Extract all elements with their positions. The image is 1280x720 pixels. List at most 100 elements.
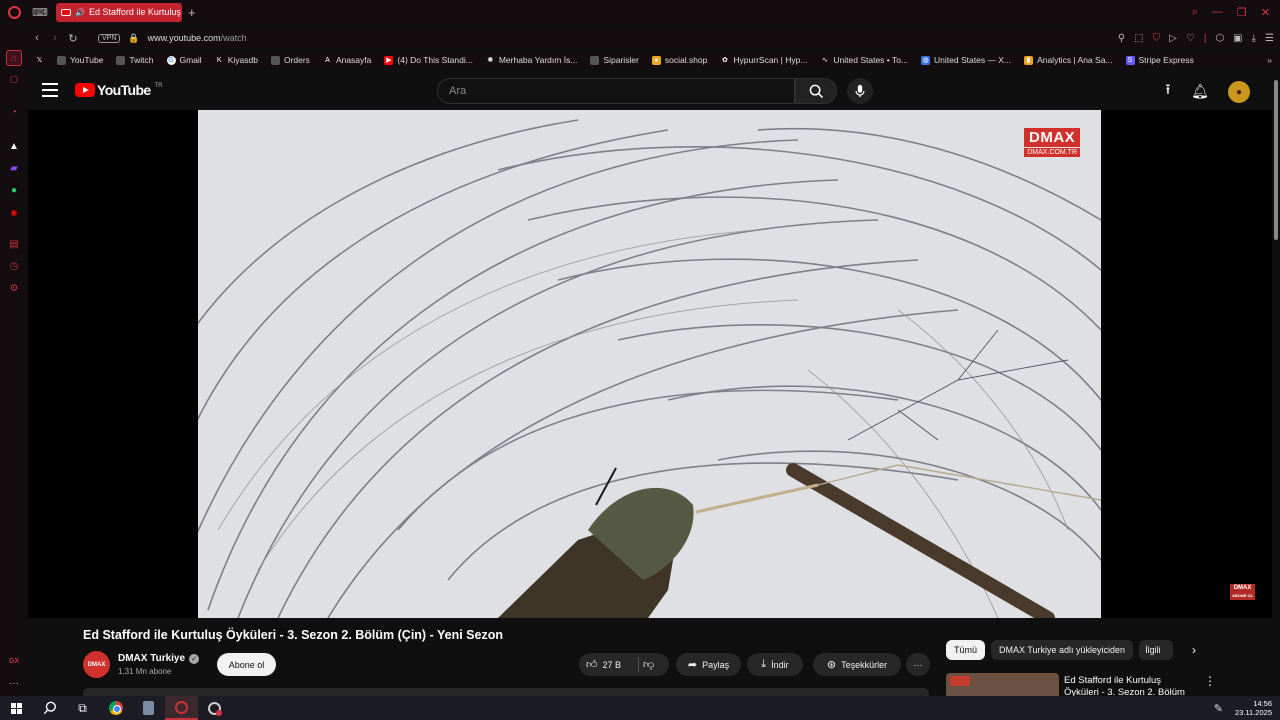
settings-icon[interactable]: ⚙ bbox=[6, 280, 22, 296]
video-player-area[interactable]: DMAX DMAX.COM.TR DMAX ABONE OL bbox=[28, 110, 1272, 618]
reload-button[interactable]: ↻ bbox=[64, 32, 82, 45]
taskbar-search-icon[interactable] bbox=[33, 696, 66, 720]
gamepad-icon[interactable]: ⌨ bbox=[28, 0, 52, 24]
wallet-sidebar-icon[interactable]: ▤ bbox=[6, 236, 22, 252]
bookmark-13[interactable]: ◍ United States — X... bbox=[914, 55, 1017, 65]
share-button[interactable]: ➦ Paylaş bbox=[676, 653, 741, 676]
voice-search-button[interactable] bbox=[847, 78, 873, 104]
chip-uploader[interactable]: DMAX Turkiye adlı yükleyiciden bbox=[991, 640, 1134, 660]
shield-icon[interactable]: ⛉ bbox=[1153, 33, 1161, 44]
back-button[interactable]: ‹ bbox=[28, 32, 46, 44]
aria-icon[interactable]: ▲ bbox=[6, 138, 22, 154]
search-button[interactable] bbox=[795, 78, 837, 104]
search-tabs-icon[interactable]: ⌕ bbox=[1192, 6, 1198, 19]
youtube-icon: ▶ bbox=[384, 55, 394, 65]
bookmark-9[interactable]: Siparisler bbox=[583, 55, 644, 65]
subscribe-button[interactable]: Abone ol bbox=[217, 653, 276, 676]
like-button[interactable]: 👍︎ bbox=[586, 658, 598, 671]
recommendation-thumbnail[interactable] bbox=[946, 673, 1059, 696]
bookmark-4[interactable]: K Kiyasdb bbox=[208, 55, 264, 65]
task-view-icon[interactable]: ⧉ bbox=[66, 696, 99, 720]
channel-name[interactable]: DMAX Turkiye ✓ bbox=[118, 653, 200, 664]
snapshot-icon[interactable]: ⬚ bbox=[1134, 33, 1143, 44]
bookmark-11[interactable]: ✿ HypurrScan | Hyp... bbox=[713, 55, 813, 65]
upload-icon[interactable]: ⭱ bbox=[1158, 81, 1178, 101]
url-field[interactable]: www.youtube.com/watch bbox=[148, 33, 247, 43]
stripe-icon: S bbox=[1125, 55, 1135, 65]
restore-button[interactable]: ❐ bbox=[1237, 6, 1247, 19]
bookmark-10[interactable]: ● social.shop bbox=[645, 55, 714, 65]
bookmarks-overflow-icon[interactable]: » bbox=[1267, 55, 1280, 65]
download-arrow-icon: ⤓ bbox=[761, 658, 767, 670]
bookmark-14[interactable]: ▮ Analytics | Ana Sa... bbox=[1017, 55, 1118, 65]
speed-dial-icon[interactable]: ◔ bbox=[6, 104, 22, 120]
bookmark-2[interactable]: Twitch bbox=[109, 55, 159, 65]
search-input[interactable]: Ara bbox=[437, 78, 795, 104]
forward-button[interactable]: › bbox=[46, 32, 64, 44]
bookmark-8[interactable]: ✺ Merhaba Yardım İs... bbox=[479, 55, 584, 65]
history-icon[interactable]: ◷ bbox=[6, 258, 22, 274]
easy-setup-icon[interactable]: ☰ bbox=[1265, 33, 1274, 44]
openai-icon: ✺ bbox=[487, 57, 494, 64]
youtube-logo[interactable]: YouTube TR bbox=[75, 82, 163, 98]
bookmark-15[interactable]: S Stripe Express bbox=[1119, 55, 1200, 65]
pen-icon[interactable]: ✎ bbox=[1214, 702, 1223, 715]
thanks-button[interactable]: ⊛ Teşekkürler bbox=[813, 653, 901, 676]
recommendation-menu-icon[interactable]: ⋮ bbox=[1204, 674, 1216, 688]
chevron-right-icon[interactable]: › bbox=[1192, 643, 1196, 657]
whatsapp-icon[interactable]: ● bbox=[6, 182, 22, 198]
gx-app-icon[interactable] bbox=[198, 696, 231, 720]
bookmark-7[interactable]: ▶ (4) Do This Standi... bbox=[377, 55, 478, 65]
twitch-icon[interactable]: ▰ bbox=[6, 160, 22, 176]
notifications-bell-icon[interactable]: 🔔︎ bbox=[1190, 81, 1210, 101]
dmax-subscribe-badge[interactable]: DMAX ABONE OL bbox=[1230, 584, 1256, 600]
download-button[interactable]: ⤓ İndir bbox=[747, 653, 803, 676]
close-window-button[interactable]: ✕ bbox=[1261, 6, 1270, 19]
gx-control-icon[interactable]: GX bbox=[6, 653, 22, 669]
dislike-button[interactable]: 👎︎ bbox=[643, 658, 654, 671]
player-icon[interactable]: ▷ bbox=[1169, 33, 1177, 44]
calculator-icon[interactable] bbox=[132, 696, 165, 720]
divider-icon: | bbox=[1203, 32, 1207, 44]
opera-gx-taskbar-icon[interactable] bbox=[165, 696, 198, 720]
chrome-icon[interactable] bbox=[99, 696, 132, 720]
heart-icon[interactable]: ♡ bbox=[1186, 33, 1195, 44]
opera-menu-icon[interactable] bbox=[0, 0, 28, 24]
more-actions-button[interactable]: ··· bbox=[906, 653, 930, 676]
youtube-music-icon[interactable]: ◉ bbox=[6, 204, 22, 220]
lock-icon[interactable]: 🔒 bbox=[128, 33, 139, 44]
bookmark-5[interactable]: Orders bbox=[264, 55, 316, 65]
description-box[interactable] bbox=[83, 688, 929, 696]
start-button[interactable] bbox=[0, 696, 33, 720]
active-tab[interactable]: 🔊 Ed Stafford ile Kurtuluş bbox=[56, 2, 182, 22]
hypurr-icon: ✿ bbox=[721, 57, 728, 64]
bookmark-6[interactable]: A Anasayfa bbox=[316, 55, 377, 65]
minimize-button[interactable]: — bbox=[1212, 6, 1223, 19]
page-scrollbar[interactable] bbox=[1272, 72, 1280, 696]
download-icon[interactable]: ⤓ bbox=[1252, 33, 1256, 44]
vpn-badge[interactable]: VPN bbox=[98, 33, 121, 43]
share-icon: ➦ bbox=[687, 659, 698, 671]
bookmark-0[interactable]: 𝕏 bbox=[28, 56, 50, 65]
new-tab-button[interactable]: + bbox=[188, 5, 196, 20]
chip-related[interactable]: İlgili bbox=[1139, 640, 1174, 660]
account-avatar[interactable]: ● bbox=[1228, 81, 1250, 103]
bookmark-3[interactable]: G Gmail bbox=[160, 55, 208, 65]
recommendation-title[interactable]: Ed Stafford ile Kurtuluş Öyküleri - 3. S… bbox=[1064, 675, 1189, 696]
video-frame[interactable]: DMAX DMAX.COM.TR bbox=[198, 110, 1101, 618]
more-icon[interactable]: ··· bbox=[6, 675, 22, 691]
chip-all[interactable]: Tümü bbox=[946, 640, 986, 660]
gamepad-sidebar-icon[interactable]: ⎔ bbox=[6, 72, 22, 88]
pin-icon[interactable]: ⚲ bbox=[1118, 33, 1125, 44]
menu-icon[interactable] bbox=[42, 83, 58, 97]
bookmark-1[interactable]: YouTube bbox=[50, 55, 109, 65]
system-clock[interactable]: 14:56 23.11.2025 bbox=[1235, 699, 1272, 717]
wallet-icon[interactable]: ▣ bbox=[1233, 33, 1242, 44]
home-icon[interactable]: ⌂ bbox=[6, 50, 22, 66]
extensions-icon[interactable]: ⬡ bbox=[1215, 33, 1224, 44]
speaker-icon[interactable]: 🔊 bbox=[75, 8, 85, 17]
bookmark-12[interactable]: ∿ United States • To... bbox=[813, 55, 914, 65]
dmax-watermark: DMAX DMAX.COM.TR bbox=[1024, 128, 1080, 157]
channel-avatar[interactable]: DMAX bbox=[83, 651, 110, 678]
like-count[interactable]: 27 B bbox=[603, 660, 622, 670]
